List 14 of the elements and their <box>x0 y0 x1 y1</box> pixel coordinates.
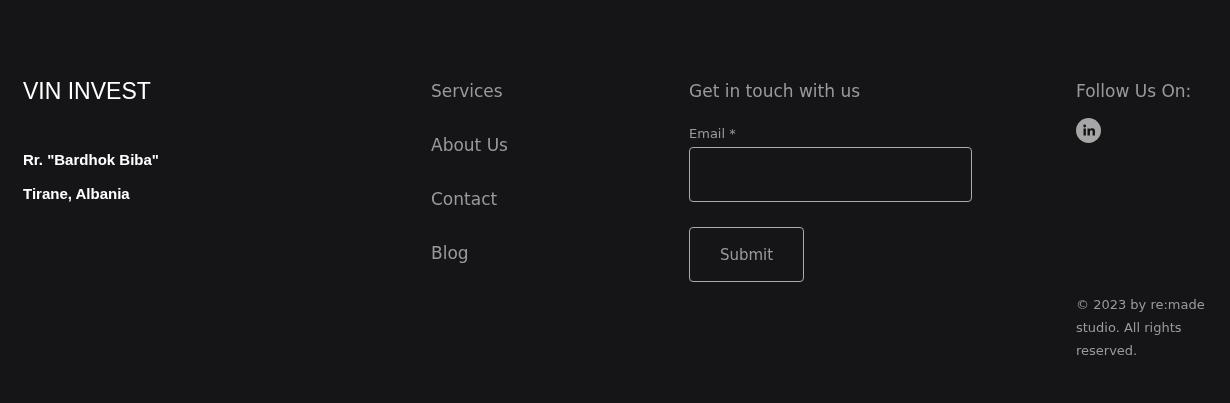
form-heading: Get in touch with us <box>689 80 861 103</box>
nav-link[interactable]: Services <box>431 78 503 104</box>
field-label: Email * <box>689 126 736 141</box>
nav-link[interactable]: About Us <box>431 132 508 158</box>
email-field[interactable] <box>689 147 972 202</box>
submit-button[interactable]: Submit <box>689 227 804 282</box>
address-line: Tirane, Albania <box>23 185 130 203</box>
nav-link[interactable]: Blog <box>431 240 469 266</box>
brand-name: VIN INVEST <box>23 78 151 104</box>
copyright-text: © 2023 by re:made studio. All rights reserved. <box>1076 296 1206 360</box>
linkedin-icon[interactable] <box>1076 118 1101 143</box>
social-heading: Follow Us On: <box>1076 80 1192 103</box>
nav-link[interactable]: Contact <box>431 186 498 212</box>
address-line: Rr. "Bardhok Biba" <box>23 151 159 169</box>
